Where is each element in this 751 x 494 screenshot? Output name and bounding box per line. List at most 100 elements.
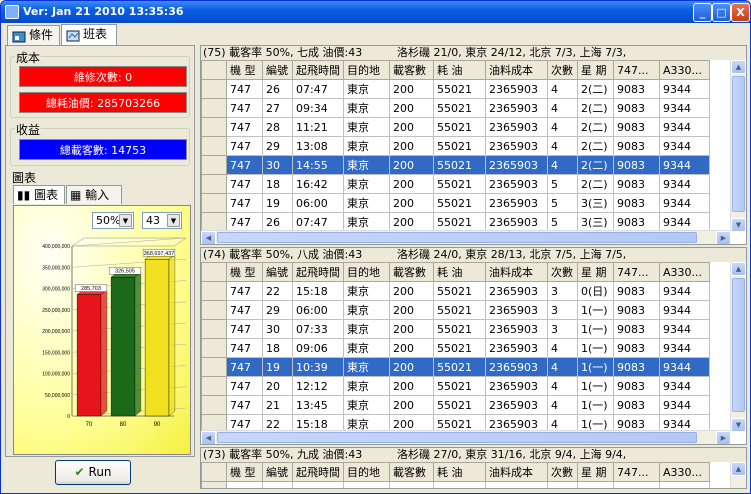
column-header[interactable]: 機 型 [226, 462, 263, 482]
table-cell[interactable]: 9344 [659, 79, 710, 99]
table-row[interactable]: 747 29 06:00 東京 200 55021 2365903 3 1(一) 9083 9344 [201, 300, 710, 320]
table-cell[interactable]: 747 [226, 193, 263, 213]
table-cell[interactable]: 1(一) [577, 357, 614, 377]
column-header[interactable]: 油料成本 [485, 60, 548, 80]
table-cell[interactable]: 55021 [433, 98, 486, 118]
row-header[interactable] [201, 481, 227, 488]
row-header[interactable] [201, 193, 227, 213]
table-cell[interactable]: 9083 [613, 98, 660, 118]
subtab-chart[interactable]: ▮▮ 圖表 [13, 185, 65, 204]
table-cell[interactable] [292, 481, 344, 488]
horizontal-scrollbar[interactable]: ◀ ▶ [201, 230, 731, 244]
table-cell[interactable]: 9083 [613, 155, 660, 175]
table-cell[interactable]: 4 [547, 79, 578, 99]
table-row[interactable]: 747 27 09:34 東京 200 55021 2365903 4 2(二) 9083 9344 [201, 98, 710, 118]
table-cell[interactable]: 55021 [433, 281, 486, 301]
table-cell[interactable]: 9344 [659, 357, 710, 377]
table-cell[interactable]: 東京 [343, 98, 390, 118]
table-row[interactable]: 747 30 14:55 東京 200 55021 2365903 4 2(二) 9083 9344 [201, 155, 710, 175]
row-header[interactable] [201, 79, 227, 99]
scroll-right-icon[interactable]: ▶ [716, 431, 731, 444]
scroll-left-icon[interactable]: ◀ [201, 231, 216, 244]
table-cell[interactable]: 55021 [433, 79, 486, 99]
table-cell[interactable]: 200 [389, 117, 434, 137]
table-cell[interactable]: 747 [226, 155, 263, 175]
table-cell[interactable]: 東京 [343, 338, 390, 358]
table-cell[interactable]: 747 [226, 98, 263, 118]
table-cell[interactable]: 2365903 [485, 357, 548, 377]
table-cell[interactable]: 9344 [659, 376, 710, 396]
table-cell[interactable]: 30 [262, 319, 293, 339]
table-cell[interactable]: 3 [547, 319, 578, 339]
table-cell[interactable]: 2365903 [485, 136, 548, 156]
table-cell[interactable]: 4 [547, 357, 578, 377]
table-cell[interactable]: 4 [547, 376, 578, 396]
column-header[interactable]: A330... [659, 262, 710, 282]
table-cell[interactable]: 200 [389, 319, 434, 339]
table-cell[interactable]: 9083 [613, 79, 660, 99]
table-cell[interactable]: 06:00 [292, 193, 344, 213]
table-cell[interactable]: 55021 [433, 136, 486, 156]
column-header[interactable]: 油料成本 [485, 462, 548, 482]
table-cell[interactable]: 55021 [433, 212, 486, 232]
table-cell[interactable]: 200 [389, 174, 434, 194]
table-cell[interactable]: 2365903 [485, 117, 548, 137]
table-cell[interactable]: 東京 [343, 155, 390, 175]
table-cell[interactable]: 15:18 [292, 281, 344, 301]
table-cell[interactable] [577, 481, 614, 488]
table-cell[interactable]: 55021 [433, 357, 486, 377]
table-cell[interactable]: 200 [389, 300, 434, 320]
table-row[interactable]: 747 19 06:00 東京 200 55021 2365903 5 3(三) 9083 9344 [201, 193, 710, 213]
table-cell[interactable]: 200 [389, 98, 434, 118]
table-cell[interactable]: 747 [226, 281, 263, 301]
table-cell[interactable]: 9344 [659, 155, 710, 175]
table-cell[interactable]: 東京 [343, 357, 390, 377]
table-cell[interactable]: 11:21 [292, 117, 344, 137]
column-header[interactable]: 機 型 [226, 262, 263, 282]
table-cell[interactable]: 5 [547, 212, 578, 232]
table-cell[interactable]: 4 [547, 98, 578, 118]
table-cell[interactable]: 200 [389, 155, 434, 175]
table-cell[interactable]: 07:47 [292, 79, 344, 99]
subtab-input[interactable]: ▦ 輸入 [66, 185, 122, 204]
row-header[interactable] [201, 98, 227, 118]
table-cell[interactable]: 3(三) [577, 212, 614, 232]
table-row[interactable]: 747 30 07:33 東京 200 55021 2365903 3 1(一) 9083 9344 [201, 319, 710, 339]
table-cell[interactable] [389, 481, 434, 488]
column-header[interactable]: 起飛時間 [292, 60, 344, 80]
column-header[interactable]: A330... [659, 462, 710, 482]
table-cell[interactable]: 747 [226, 395, 263, 415]
row-header[interactable] [201, 319, 227, 339]
table-cell[interactable]: 55021 [433, 174, 486, 194]
title-bar[interactable]: Ver: Jan 21 2010 13:35:36 _ □ X [1, 1, 750, 23]
table-cell[interactable]: 747 [226, 174, 263, 194]
table-cell[interactable]: 747 [226, 117, 263, 137]
table-cell[interactable]: 200 [389, 212, 434, 232]
row-header[interactable] [201, 155, 227, 175]
table-cell[interactable]: 9344 [659, 212, 710, 232]
table-cell[interactable]: 2(二) [577, 79, 614, 99]
table-cell[interactable]: 2365903 [485, 338, 548, 358]
column-header[interactable]: 星 期 [577, 462, 614, 482]
table-row[interactable]: 747 20 12:12 東京 200 55021 2365903 4 1(一) 9083 9344 [201, 376, 710, 396]
column-header[interactable]: 耗 油 [433, 462, 486, 482]
table-cell[interactable]: 東京 [343, 281, 390, 301]
table-cell[interactable]: 747 [226, 136, 263, 156]
table-cell[interactable]: 06:00 [292, 300, 344, 320]
table-cell[interactable]: 29 [262, 300, 293, 320]
table-cell[interactable]: 東京 [343, 212, 390, 232]
table-cell[interactable]: 07:47 [292, 212, 344, 232]
table-row[interactable]: 747 26 07:47 東京 200 55021 2365903 4 2(二) 9083 9344 [201, 79, 710, 99]
column-header[interactable]: 油料成本 [485, 262, 548, 282]
table-cell[interactable]: 29 [262, 136, 293, 156]
table-cell[interactable]: 4 [547, 117, 578, 137]
table-cell[interactable]: 1(一) [577, 319, 614, 339]
table-cell[interactable]: 21 [262, 395, 293, 415]
table-cell[interactable]: 200 [389, 136, 434, 156]
table-cell[interactable]: 2365903 [485, 395, 548, 415]
table-cell[interactable]: 09:06 [292, 338, 344, 358]
table-row[interactable]: 747 21 13:45 東京 200 55021 2365903 4 1(一) 9083 9344 [201, 395, 710, 415]
table-cell[interactable]: 55021 [433, 117, 486, 137]
table-cell[interactable]: 9083 [613, 193, 660, 213]
table-cell[interactable]: 747 [226, 357, 263, 377]
